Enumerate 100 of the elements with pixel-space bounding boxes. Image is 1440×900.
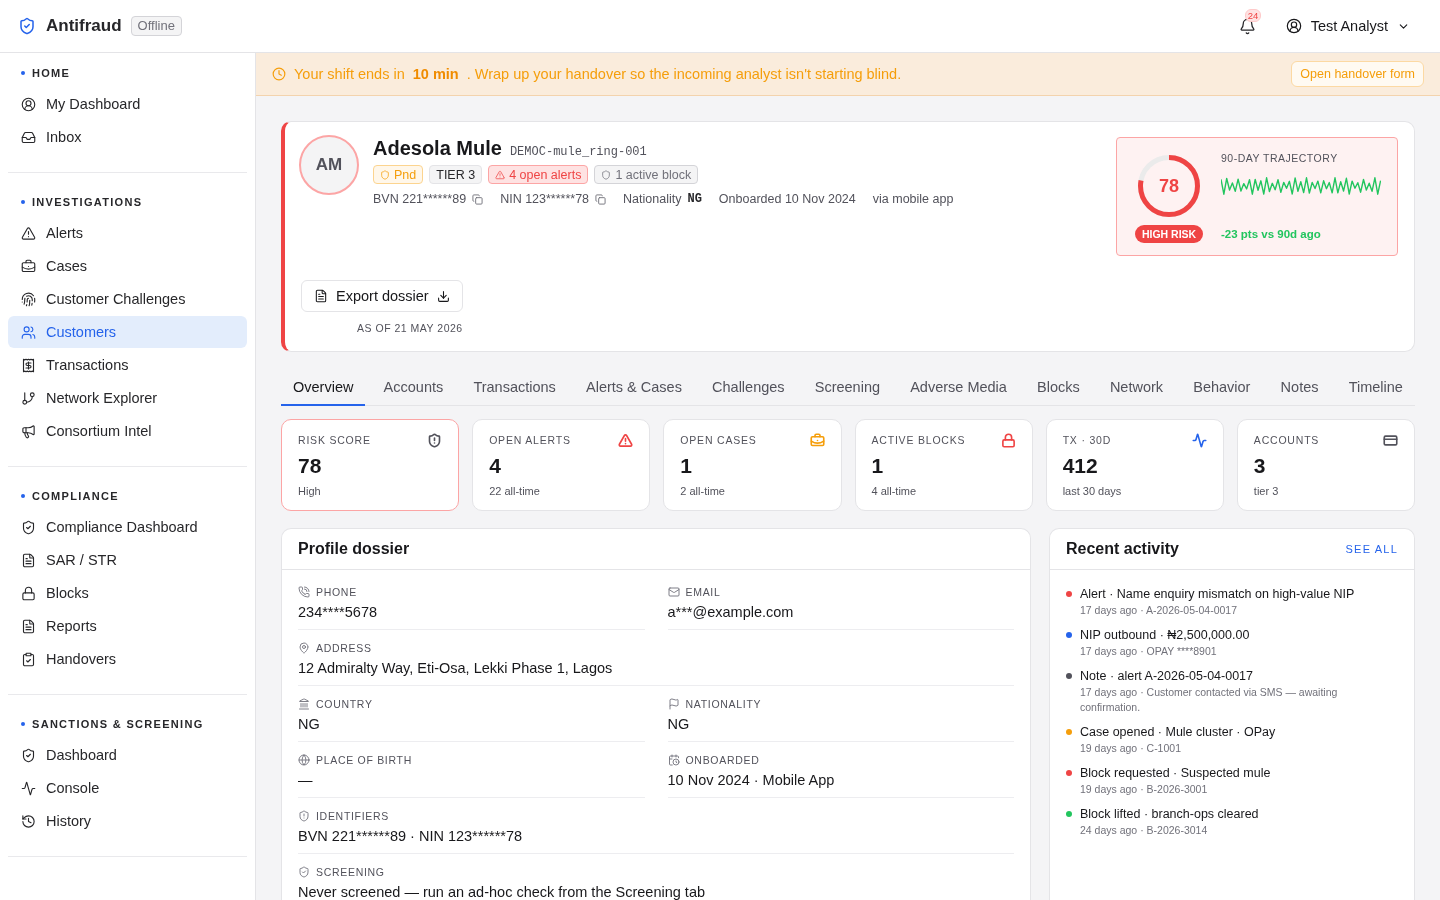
sidebar-item[interactable]: Console <box>8 772 247 804</box>
sidebar-item[interactable]: Cases <box>8 250 247 282</box>
tab[interactable]: Network <box>1097 369 1176 406</box>
customer-name: Adesola Mule <box>373 137 502 160</box>
megaphone-icon <box>21 423 36 439</box>
activity-detail: 17 days ago · OPAY ****8901 <box>1080 644 1218 659</box>
stat-note: 22 all-time <box>489 484 541 498</box>
stat-value: 412 <box>1062 454 1099 478</box>
activity-detail: 24 days ago · B-2026-3014 <box>1080 823 1209 838</box>
dot-icon <box>21 200 25 204</box>
sidebar-item[interactable]: Network Explorer <box>8 382 247 414</box>
notifications-button[interactable] <box>1238 17 1256 35</box>
branch-icon <box>21 390 36 406</box>
sidebar-item[interactable]: Compliance Dashboard <box>8 511 247 543</box>
stat-value: 78 <box>298 454 323 478</box>
tab[interactable]: Behavior <box>1181 369 1263 406</box>
dot-icon <box>21 71 25 75</box>
tab[interactable]: Alerts & Cases <box>574 369 694 406</box>
customer-reference: DEMOC-mule_ring-001 <box>509 145 647 159</box>
tab[interactable]: Transactions <box>461 369 568 406</box>
dot-icon <box>21 722 25 726</box>
receipt-icon <box>21 357 36 373</box>
tab[interactable]: Adverse Media <box>898 369 1019 406</box>
calendar-clock-icon <box>667 754 680 766</box>
globe-icon <box>298 754 310 766</box>
field-value: a***@example.com <box>667 603 795 621</box>
export-dossier-button[interactable]: Export dossier <box>301 280 463 312</box>
sidebar-item[interactable]: Alerts <box>8 217 247 249</box>
tab[interactable]: Challenges <box>700 369 797 406</box>
field-value: 12 Admiralty Way, Eti-Osa, Lekki Phase 1, Lagos <box>298 659 614 677</box>
status-tag-label: 4 open alerts <box>509 167 582 182</box>
identifier-text: BVN 221******89 <box>373 192 467 206</box>
field-value: 10 Nov 2024 · Mobile App <box>667 771 836 789</box>
shield-alert-icon <box>298 810 310 822</box>
stat-note: High <box>298 484 322 498</box>
stat-label: TX · 30D <box>1062 434 1112 446</box>
meta-text: Onboarded 10 Nov 2024 <box>718 192 856 206</box>
sidebar-item[interactable]: Inbox <box>8 121 247 153</box>
activity-title: Block lifted · branch-ops cleared <box>1080 806 1259 822</box>
section-title: SANCTIONS & SCREENING <box>32 718 204 730</box>
sidebar-item[interactable]: Dashboard <box>8 739 247 771</box>
stat-note: 2 all-time <box>680 484 726 498</box>
field-value: BVN 221******89 · NIN 123******78 <box>298 827 524 845</box>
shield-icon <box>601 169 612 180</box>
user-circle-icon <box>21 96 36 112</box>
stat-value: 4 <box>489 454 502 478</box>
activity-detail: 17 days ago · Customer contacted via SMS — awaiting confirmation. <box>1080 685 1339 715</box>
tab[interactable]: Screening <box>802 369 893 406</box>
activity-detail: 19 days ago · C-1001 <box>1080 741 1182 756</box>
field-label: PHONE <box>316 586 357 598</box>
user-circle-icon <box>1285 18 1302 34</box>
card-title: Recent activity <box>1066 540 1179 558</box>
activity-title: Case opened · Mule cluster · OPay <box>1080 724 1276 740</box>
shield-check-icon <box>298 866 310 878</box>
field-value: NG <box>667 715 691 733</box>
document-icon <box>21 552 36 568</box>
stat-note: 4 all-time <box>871 484 918 498</box>
risk-score-value: 78 <box>1159 175 1179 197</box>
as-of-date: AS OF 21 MAY 2026 <box>357 322 463 334</box>
sidebar-item[interactable]: Consortium Intel <box>8 415 247 447</box>
sidebar-item[interactable]: Handovers <box>8 643 247 675</box>
inbox-icon <box>21 129 36 145</box>
meta-text: via mobile app <box>872 192 954 206</box>
sidebar-item[interactable]: Blocks <box>8 577 247 609</box>
copy-icon[interactable] <box>595 193 607 205</box>
risk-band-tag: HIGH RISK <box>1134 225 1204 243</box>
stat-label: ACCOUNTS <box>1253 434 1320 446</box>
tab[interactable]: Accounts <box>371 369 456 406</box>
status-tag-label: Pnd <box>394 167 417 182</box>
fingerprint-icon <box>21 291 36 307</box>
tab[interactable]: Notes <box>1268 369 1331 406</box>
sidebar-item[interactable]: Customers <box>8 316 247 348</box>
building-icon <box>298 698 310 710</box>
see-all-link[interactable]: SEE ALL <box>1345 543 1398 555</box>
tab[interactable]: Blocks <box>1025 369 1092 406</box>
stat-label: OPEN CASES <box>680 434 757 446</box>
clock-icon <box>272 67 286 81</box>
sidebar-item[interactable]: Transactions <box>8 349 247 381</box>
tab[interactable]: Overview <box>281 369 366 406</box>
sidebar-item[interactable]: History <box>8 805 247 837</box>
shield-check-icon <box>21 747 36 763</box>
banner-message: Your shift ends in 10 min . Wrap up your handover so the incoming analyst isn't starting blind. <box>294 66 902 82</box>
status-tag: TIER 3 <box>429 165 483 184</box>
copy-icon[interactable] <box>472 193 484 205</box>
sidebar-item[interactable]: Customer Challenges <box>8 283 247 315</box>
sidebar-item[interactable]: SAR / STR <box>8 544 247 576</box>
card-title: Profile dossier <box>298 540 410 558</box>
clipboard-check-icon <box>21 651 36 667</box>
download-icon <box>436 289 450 303</box>
shield-check-icon <box>21 519 36 535</box>
sidebar-item[interactable]: Reports <box>8 610 247 642</box>
section-title: COMPLIANCE <box>32 490 119 502</box>
tab[interactable]: Timeline <box>1336 369 1415 406</box>
stat-label: RISK SCORE <box>298 434 371 446</box>
sidebar-item[interactable]: My Dashboard <box>8 88 247 120</box>
identifier-text: NIN 123******78 <box>500 192 590 206</box>
trajectory-change: -23 pts vs 90d ago <box>1221 228 1322 240</box>
history-icon <box>21 813 36 829</box>
user-menu-button[interactable]: Test Analyst <box>1285 18 1410 34</box>
activity-title: NIP outbound · ₦2,500,000.00 <box>1080 627 1250 643</box>
